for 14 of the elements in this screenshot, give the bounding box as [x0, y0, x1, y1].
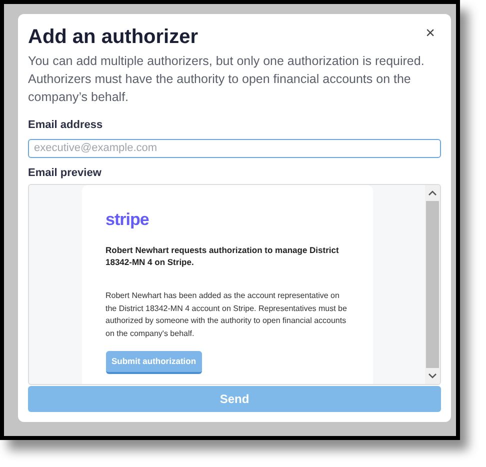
brand-logo: stripe [106, 208, 149, 231]
email-heading: Robert Newhart requests authorization to manage District 18342-MN 4 on Stripe. [106, 244, 340, 268]
scrollbar-thumb[interactable] [426, 200, 439, 368]
email-field[interactable]: executive@example.com [28, 138, 441, 158]
field-label: Email preview [28, 166, 102, 182]
scroll-up-icon[interactable] [428, 188, 437, 198]
submit-authorization-button[interactable]: Submit authorization [106, 351, 202, 374]
field-label: Email address [28, 118, 103, 133]
close-button[interactable]: × [426, 26, 435, 42]
dialog-title: Add an authorizer [28, 25, 198, 50]
scroll-down-icon[interactable] [428, 370, 437, 380]
dialog-description: You can add multiple authorizers, but only one authorization is required. Authorizers must have the authority to open financial accounts on the company’s behalf. [28, 53, 426, 106]
scrollbar[interactable] [425, 184, 440, 384]
email-body: Robert Newhart has been added as the account representative on the District 18342-MN 4 account on Stripe. Representatives must be authorized by someone with the authority to open financial accounts on the company's behalf. [106, 290, 348, 340]
